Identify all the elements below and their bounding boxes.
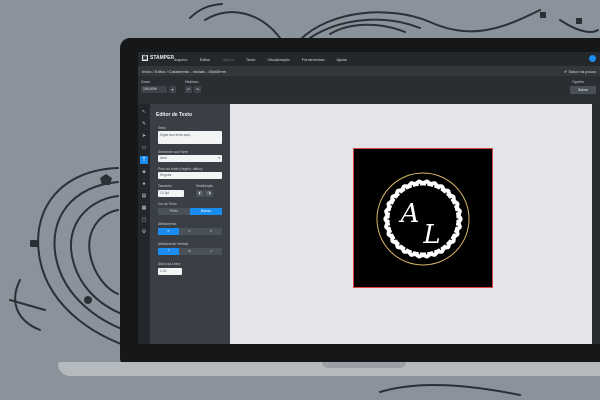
undo-icon[interactable]: ↶: [185, 86, 192, 93]
font-label: Selecione sua Fonte: [158, 150, 189, 154]
select-icon[interactable]: ↖: [140, 108, 148, 116]
history-label: Histórico: [185, 80, 199, 84]
position-right-icon[interactable]: ◨: [205, 190, 213, 197]
redo-icon[interactable]: ↷: [194, 86, 201, 93]
settings-icon[interactable]: ⚙: [140, 228, 148, 236]
image-icon[interactable]: ▭: [140, 144, 148, 152]
align-center-icon[interactable]: ≡: [179, 228, 200, 235]
stamp-icon: ▣: [142, 55, 148, 61]
main-menu: Arquivo Editar Objeto Texto Visualização…: [174, 57, 347, 62]
zoom-label: Zoom: [141, 80, 150, 84]
menu-item-texto[interactable]: Texto: [246, 57, 256, 62]
breadcrumb-bar: Início / Editor / Casamento - Iniciais -…: [138, 66, 600, 76]
template-icon[interactable]: ▢: [140, 216, 148, 224]
right-scroll-strip[interactable]: [592, 104, 600, 344]
canvas-area[interactable]: A L: [230, 104, 600, 344]
stamp-artboard[interactable]: A L: [353, 148, 493, 288]
lineheight-label: Altura da Linha: [158, 262, 181, 266]
menu-item-ferramentas[interactable]: Ferramentas: [302, 57, 325, 62]
position-left-icon[interactable]: ◧: [196, 190, 204, 197]
chevron-down-icon: ▾: [218, 156, 220, 160]
zoom-input[interactable]: 100,00%: [141, 86, 167, 93]
style-select[interactable]: Regular: [158, 172, 222, 179]
panel-title: Editor de Texto: [156, 112, 193, 118]
laptop-notch: [322, 362, 406, 368]
shape-icon[interactable]: ●: [140, 180, 148, 188]
valign-top-icon[interactable]: ⊤: [158, 248, 179, 255]
font-select[interactable]: Arial ▾: [158, 155, 222, 162]
align-left-icon[interactable]: ≡: [158, 228, 179, 235]
align-label: Alinhamento: [158, 222, 177, 226]
lineheight-input[interactable]: 1,00: [158, 268, 182, 275]
align-right-icon[interactable]: ≡: [200, 228, 222, 235]
fill-icon[interactable]: ◈: [140, 168, 148, 176]
valign-middle-icon[interactable]: ⊝: [179, 248, 200, 255]
arrow-icon[interactable]: ➤: [140, 132, 148, 140]
color-black-button[interactable]: Preto: [158, 208, 190, 215]
gold-ring: [376, 172, 470, 266]
size-label: Tamanho: [158, 184, 172, 188]
app-logo[interactable]: ▣ STAMPER: [142, 55, 174, 61]
options-label: Opções: [572, 80, 585, 84]
menu-item-visualizacao[interactable]: Visualização: [267, 57, 289, 62]
save-button[interactable]: Salvar: [570, 86, 596, 94]
tool-strip: ↖ ✎ ➤ ▭ T ◈ ● ▤ ▦ ▢ ⚙: [138, 104, 150, 344]
text-input[interactable]: Digite seu texto aqui...: [158, 131, 222, 144]
app-screen: ▣ STAMPER Arquivo Editar Objeto Texto Vi…: [138, 52, 600, 344]
menu-item-ajuda[interactable]: Ajuda: [336, 57, 346, 62]
qr-icon[interactable]: ▦: [140, 204, 148, 212]
breadcrumb[interactable]: Início / Editor / Casamento - Iniciais -…: [142, 69, 226, 74]
valign-label: Alinhamento Vertical: [158, 242, 189, 246]
pen-icon[interactable]: ✎: [140, 120, 148, 128]
zoom-dropdown-icon[interactable]: ▾: [169, 86, 176, 93]
initial-first[interactable]: A: [399, 199, 420, 229]
user-avatar[interactable]: [589, 55, 596, 62]
text-icon[interactable]: T: [140, 156, 148, 164]
wreath-design: A L: [376, 172, 470, 266]
size-input[interactable]: 13.3pt: [158, 190, 184, 197]
top-menu-bar: ▣ STAMPER Arquivo Editar Objeto Texto Vi…: [138, 52, 600, 66]
position-label: Distribuição: [196, 184, 214, 188]
toolbar: Zoom 100,00% ▾ Histórico ↶ ↷ Opções Salv…: [138, 76, 600, 98]
save-status: ✔ Salvo há pouco: [563, 69, 596, 74]
menu-item-objeto[interactable]: Objeto: [222, 57, 234, 62]
layers-icon[interactable]: ▤: [140, 192, 148, 200]
color-label: Cor do Texto: [158, 202, 177, 206]
menu-item-arquivo[interactable]: Arquivo: [174, 57, 188, 62]
text-label: Texto: [158, 126, 166, 130]
menu-item-editar[interactable]: Editar: [200, 57, 210, 62]
valign-bottom-icon[interactable]: ⊥: [200, 248, 222, 255]
style-label: Peso da fonte (Negrito, Itálico): [158, 167, 203, 171]
initial-second[interactable]: L: [422, 220, 440, 250]
color-white-button[interactable]: Branco: [190, 208, 222, 215]
text-editor-panel: Editor de Texto Texto Digite seu texto a…: [150, 104, 230, 344]
